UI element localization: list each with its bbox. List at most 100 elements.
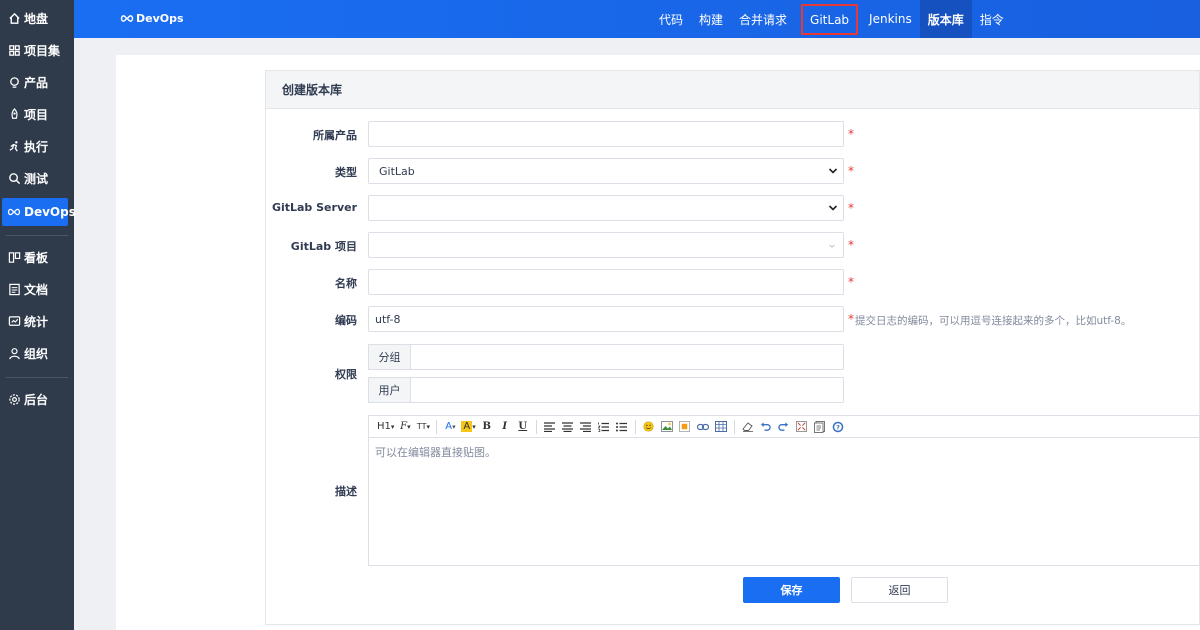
home-icon [7,11,21,25]
acl-group-input[interactable] [410,344,844,370]
sidebar-item-devops[interactable]: DevOps [2,198,76,226]
toolbar-divider [535,419,537,434]
help-icon[interactable]: ? [829,418,847,436]
brand-label: DevOps [136,12,184,25]
source-icon[interactable] [811,418,829,436]
bullet-list-icon[interactable] [613,418,631,436]
required-mark: * [848,275,854,289]
nav-item-merge-request[interactable]: 合并请求 [731,0,795,38]
required-mark: * [848,127,854,141]
sidebar-item-project[interactable]: 项目 [0,100,74,128]
sidebar-divider [6,377,68,378]
server-select[interactable] [368,195,844,221]
sidebar-item-label: 地盘 [24,11,49,26]
nav-item-compile[interactable]: 构建 [691,0,731,38]
encoding-input[interactable]: utf-8 [368,306,844,332]
image-icon[interactable] [658,418,676,436]
encoding-label: 编码 [335,314,357,327]
chevron-down-icon [829,244,835,248]
underline-button[interactable]: U [514,418,532,436]
bold-button[interactable]: B [478,418,496,436]
toolbar-divider [436,419,438,434]
save-button[interactable]: 保存 [743,577,840,603]
sidebar-item-company[interactable]: 组织 [0,339,74,367]
link-icon[interactable] [694,418,712,436]
sidebar-item-product[interactable]: 产品 [0,68,74,96]
sidebar-item-label: 项目集 [24,43,61,58]
font-size-button[interactable]: TT ▾ [414,418,432,436]
fullscreen-icon[interactable] [793,418,811,436]
font-family-label: F [400,421,408,432]
undo-icon[interactable] [757,418,775,436]
sidebar-item-label: 文档 [24,282,49,297]
server-label: GitLab Server [271,201,357,214]
infinity-icon [120,15,134,22]
sidebar-item-label: DevOps [24,205,76,219]
nav-item-jenkins[interactable]: Jenkins [861,0,920,38]
svg-text:?: ? [836,423,840,431]
sidebar-divider [6,235,68,236]
editor-content[interactable]: 可以在编辑器直接贴图。 [369,438,1199,466]
font-family-button[interactable]: F ▾ [396,418,414,436]
sidebar: 地盘 项目集 产品 项目 执行 测试 DevOps 看板 文档 统计 组织 后台 [0,0,76,630]
type-value: GitLab [379,164,415,178]
name-input[interactable] [368,269,844,295]
font-color-button[interactable]: A ▾ [441,418,459,436]
chevron-down-icon [828,168,838,174]
panel-title: 创建版本库 [266,71,1199,109]
redo-icon[interactable] [775,418,793,436]
encoding-value: utf-8 [375,312,401,326]
product-select[interactable] [368,121,844,147]
sidebar-item-program[interactable]: 项目集 [0,36,74,64]
devops-brand: DevOps [120,12,184,25]
type-label: 类型 [335,166,357,179]
nav-item-instruction[interactable]: 指令 [972,0,1012,38]
ordered-list-icon[interactable] [595,418,613,436]
bg-color-button[interactable]: A ▾ [459,418,477,436]
sidebar-item-dashboard[interactable]: 地盘 [0,4,74,32]
sidebar-item-label: 看板 [24,250,49,265]
italic-button[interactable]: I [496,418,514,436]
sidebar-item-label: 产品 [24,75,49,90]
nav-item-code[interactable]: 代码 [651,0,691,38]
required-mark: * [848,238,854,252]
back-button[interactable]: 返回 [851,577,948,603]
nav-item-gitlab[interactable]: GitLab [800,3,859,36]
table-icon[interactable] [712,418,730,436]
sidebar-item-label: 组织 [24,346,49,361]
align-left-icon[interactable] [541,418,559,436]
nav-item-repo[interactable]: 版本库 [919,0,972,38]
align-center-icon[interactable] [559,418,577,436]
align-right-icon[interactable] [577,418,595,436]
sidebar-item-kanban[interactable]: 看板 [0,243,74,271]
acl-user-input[interactable] [410,377,844,403]
description-editor: H1 ▾ F ▾ TT ▾ A ▾ A ▾ B I U ? 可以在编辑器直接贴图。 [368,415,1200,566]
chevron-down-icon [828,205,838,211]
top-navbar: DevOps 代码 构建 合并请求 GitLab Jenkins 版本库 指令 [74,0,1200,38]
project-select[interactable] [368,232,844,258]
search-icon [7,171,21,185]
acl-label: 权限 [335,368,357,381]
grid-icon [7,43,21,57]
toolbar-divider [634,419,636,434]
sidebar-item-admin[interactable]: 后台 [0,385,74,413]
acl-group-addon: 分组 [368,344,411,370]
type-select[interactable]: GitLab [368,158,844,184]
sidebar-item-label: 项目 [24,107,49,122]
emoji-icon[interactable] [640,418,658,436]
required-mark: * [848,201,854,215]
sidebar-item-doc[interactable]: 文档 [0,275,74,303]
acl-user-addon: 用户 [368,377,411,403]
sidebar-item-qa[interactable]: 测试 [0,164,74,192]
gear-icon [7,392,21,406]
heading-button[interactable]: H1 ▾ [375,418,396,436]
editor-toolbar: H1 ▾ F ▾ TT ▾ A ▾ A ▾ B I U ? [369,416,1199,438]
sidebar-item-execution[interactable]: 执行 [0,132,74,160]
eraser-icon[interactable] [739,418,757,436]
encoding-hint: 提交日志的编码，可以用逗号连接起来的多个，比如utf-8。 [855,315,1132,327]
chart-icon [7,314,21,328]
flash-icon[interactable] [676,418,694,436]
toolbar-divider [733,419,735,434]
product-label: 所属产品 [313,129,357,142]
sidebar-item-report[interactable]: 统计 [0,307,74,335]
